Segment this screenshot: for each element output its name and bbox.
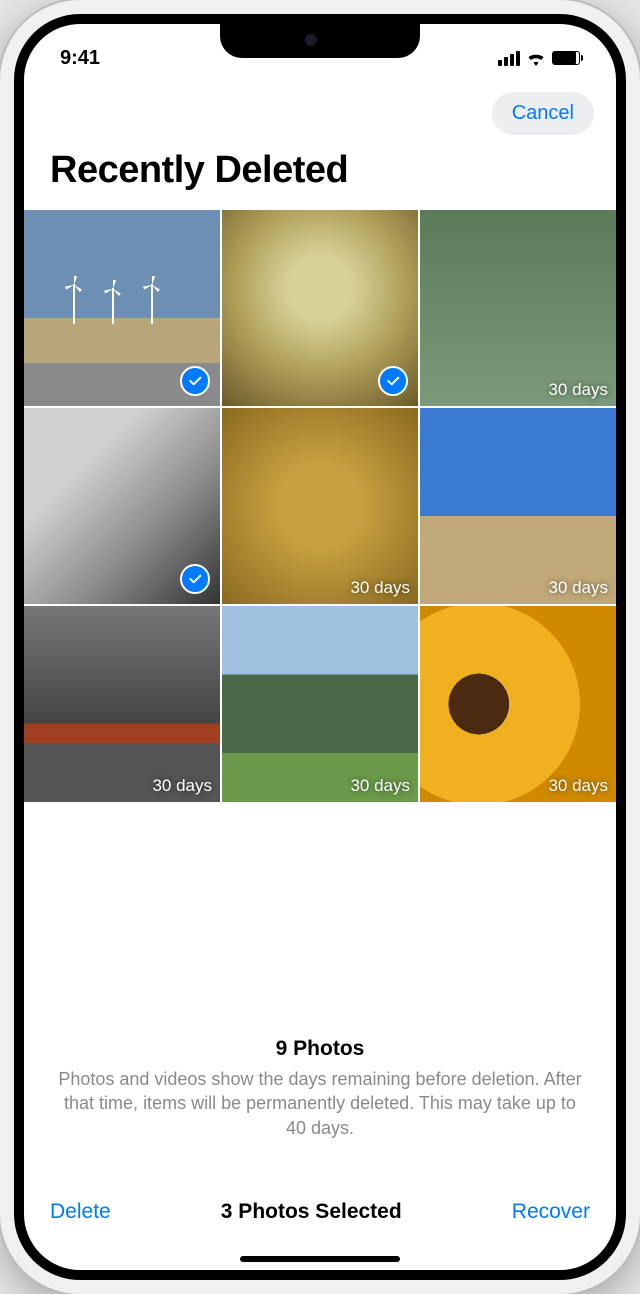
cellular-icon <box>498 51 520 66</box>
photo-thumbnail[interactable] <box>222 210 418 406</box>
photo-thumbnail[interactable]: 30 days <box>222 606 418 802</box>
photo-thumbnail[interactable]: 30 days <box>420 210 616 406</box>
wifi-icon <box>526 51 546 66</box>
status-time: 9:41 <box>60 47 100 70</box>
selection-count: 3 Photos Selected <box>221 1200 402 1224</box>
footer-description: Photos and videos show the days remainin… <box>52 1067 588 1140</box>
bottom-toolbar: Delete 3 Photos Selected Recover <box>24 1182 616 1242</box>
photo-thumbnail[interactable]: 30 days <box>24 606 220 802</box>
checkmark-icon <box>378 366 408 396</box>
days-remaining: 30 days <box>350 578 410 598</box>
photo-thumbnail[interactable]: 30 days <box>222 408 418 604</box>
battery-icon <box>552 51 580 65</box>
photo-thumbnail[interactable]: 30 days <box>420 606 616 802</box>
days-remaining: 30 days <box>350 776 410 796</box>
photo-thumbnail[interactable] <box>24 408 220 604</box>
days-remaining: 30 days <box>548 776 608 796</box>
days-remaining: 30 days <box>548 578 608 598</box>
days-remaining: 30 days <box>152 776 212 796</box>
days-remaining: 30 days <box>548 380 608 400</box>
home-indicator[interactable] <box>240 1256 400 1262</box>
photo-grid: 30 days 30 days 30 days 30 days 30 <box>24 210 616 802</box>
delete-button[interactable]: Delete <box>50 1200 111 1224</box>
photo-thumbnail[interactable]: 30 days <box>420 408 616 604</box>
photo-thumbnail[interactable] <box>24 210 220 406</box>
page-title: Recently Deleted <box>24 141 616 210</box>
cancel-button[interactable]: Cancel <box>492 92 594 135</box>
recover-button[interactable]: Recover <box>512 1200 590 1224</box>
checkmark-icon <box>180 564 210 594</box>
photo-count: 9 Photos <box>52 1037 588 1061</box>
checkmark-icon <box>180 366 210 396</box>
